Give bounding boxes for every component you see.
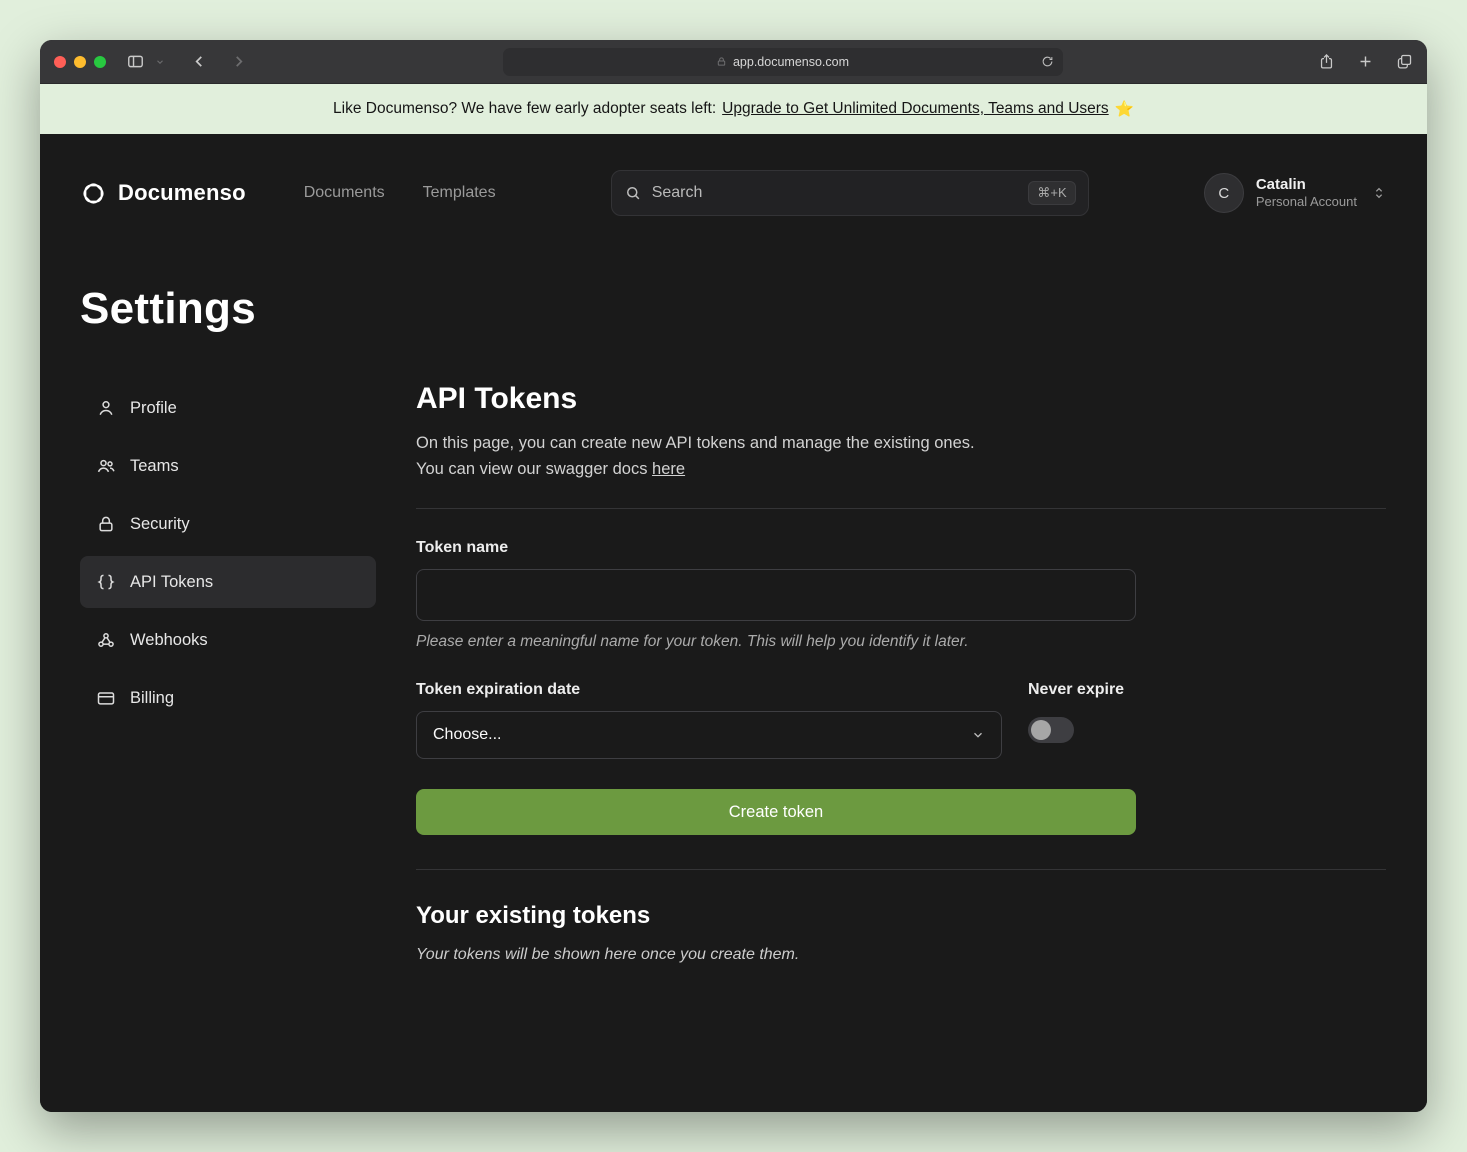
api-tokens-panel: API Tokens On this page, you can create … [416, 382, 1386, 964]
never-expire-label: Never expire [1028, 681, 1136, 699]
brand-name: Documenso [118, 180, 246, 206]
chevron-down-icon[interactable] [155, 57, 165, 67]
browser-window: app.documenso.com Like Documenso? We hav… [40, 40, 1427, 1112]
expiration-selected-value: Choose... [433, 726, 501, 744]
token-name-input[interactable] [416, 569, 1136, 621]
sidebar-item-label: Billing [130, 689, 174, 708]
avatar: C [1204, 173, 1244, 213]
sidebar-item-label: Profile [130, 399, 177, 418]
sidebar-item-label: Teams [130, 457, 179, 476]
settings-sidebar: Profile Teams Security [80, 382, 376, 964]
expiration-row: Token expiration date Choose... Never ex… [416, 681, 1136, 759]
sidebar-item-label: API Tokens [130, 573, 213, 592]
search-input[interactable]: Search ⌘+K [611, 170, 1089, 216]
nav-templates[interactable]: Templates [423, 184, 496, 202]
refresh-icon[interactable] [1041, 55, 1054, 68]
account-name: Catalin [1256, 175, 1357, 195]
upgrade-link[interactable]: Upgrade to Get Unlimited Documents, Team… [722, 100, 1109, 118]
token-name-help: Please enter a meaningful name for your … [416, 633, 1136, 651]
credit-card-icon [96, 688, 116, 708]
webhook-icon [96, 630, 116, 650]
never-expire-toggle[interactable] [1028, 717, 1074, 743]
create-token-button[interactable]: Create token [416, 789, 1136, 835]
page-title: Settings [80, 284, 1387, 334]
nav-arrows [191, 53, 247, 70]
sidebar-item-label: Webhooks [130, 631, 208, 650]
close-window-button[interactable] [54, 56, 66, 68]
app-main: Documenso Documents Templates Search ⌘+K… [40, 134, 1427, 1112]
forward-button[interactable] [230, 53, 247, 70]
search-placeholder: Search [652, 184, 1019, 202]
tab-overview-icon[interactable] [1396, 53, 1413, 70]
brand[interactable]: Documenso [80, 180, 246, 207]
section-description: On this page, you can create new API tok… [416, 430, 1386, 482]
top-nav: Documents Templates [304, 184, 496, 202]
braces-icon [96, 572, 116, 592]
teams-icon [96, 456, 116, 476]
account-menu[interactable]: C Catalin Personal Account [1204, 173, 1387, 213]
chrome-right-icons [1318, 53, 1413, 70]
url-wrap: app.documenso.com [257, 48, 1308, 76]
new-tab-icon[interactable] [1357, 53, 1374, 70]
never-expire-column: Never expire [1028, 681, 1136, 759]
expiration-label: Token expiration date [416, 681, 1002, 699]
sidebar-item-security[interactable]: Security [80, 498, 376, 550]
zoom-window-button[interactable] [94, 56, 106, 68]
chevron-down-icon [971, 728, 985, 742]
sidebar-item-teams[interactable]: Teams [80, 440, 376, 492]
sidebar-toggle-icon[interactable] [126, 52, 145, 71]
chevron-up-down-icon [1371, 185, 1387, 201]
description-line1: On this page, you can create new API tok… [416, 434, 975, 452]
app-header: Documenso Documents Templates Search ⌘+K… [80, 134, 1387, 226]
profile-icon [96, 398, 116, 418]
existing-tokens-heading: Your existing tokens [416, 902, 1386, 930]
search-icon [624, 184, 642, 202]
create-token-form: Token name Please enter a meaningful nam… [416, 539, 1136, 835]
sidebar-item-profile[interactable]: Profile [80, 382, 376, 434]
token-name-label: Token name [416, 539, 1136, 557]
sidebar-item-webhooks[interactable]: Webhooks [80, 614, 376, 666]
lock-icon [96, 514, 116, 534]
account-type: Personal Account [1256, 194, 1357, 211]
section-heading: API Tokens [416, 382, 1386, 416]
back-button[interactable] [191, 53, 208, 70]
expiration-select[interactable]: Choose... [416, 711, 1002, 759]
promo-banner: Like Documenso? We have few early adopte… [40, 84, 1427, 134]
existing-tokens-empty-text: Your tokens will be shown here once you … [416, 946, 1386, 964]
expiration-column: Token expiration date Choose... [416, 681, 1002, 759]
traffic-lights [54, 56, 106, 68]
divider [416, 508, 1386, 509]
existing-tokens-section: Your existing tokens Your tokens will be… [416, 902, 1386, 964]
star-icon: ⭐ [1115, 100, 1134, 119]
description-line2: You can view our swagger docs [416, 460, 647, 478]
browser-chrome: app.documenso.com [40, 40, 1427, 84]
lock-icon [716, 56, 727, 67]
sidebar-item-api-tokens[interactable]: API Tokens [80, 556, 376, 608]
search-zone: Search ⌘+K [496, 170, 1204, 216]
settings-content: Profile Teams Security [80, 382, 1387, 964]
toggle-knob [1031, 720, 1051, 740]
sidebar-item-label: Security [130, 515, 190, 534]
promo-banner-text: Like Documenso? We have few early adopte… [333, 100, 716, 118]
sidebar-item-billing[interactable]: Billing [80, 672, 376, 724]
minimize-window-button[interactable] [74, 56, 86, 68]
swagger-docs-link[interactable]: here [652, 460, 685, 478]
address-bar[interactable]: app.documenso.com [503, 48, 1063, 76]
url-text: app.documenso.com [733, 55, 849, 69]
share-icon[interactable] [1318, 53, 1335, 70]
account-info: Catalin Personal Account [1256, 175, 1357, 211]
search-shortcut: ⌘+K [1028, 181, 1075, 205]
documenso-logo-icon [80, 180, 107, 207]
divider [416, 869, 1386, 870]
nav-documents[interactable]: Documents [304, 184, 385, 202]
